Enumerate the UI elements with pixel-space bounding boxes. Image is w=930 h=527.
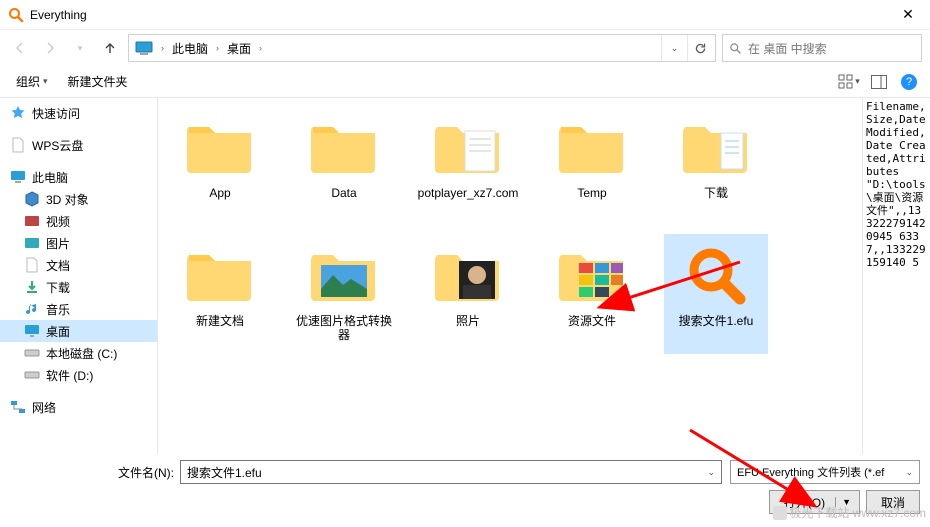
picture-icon [24,235,40,251]
filename-input[interactable]: 搜索文件1.efu ⌄ [180,460,722,484]
sidebar-quick-access[interactable]: 快速访问 [0,102,157,124]
download-icon [24,279,40,295]
close-button[interactable]: ✕ [888,6,928,23]
preview-pane-button[interactable] [866,70,892,94]
search-input[interactable]: 在 桌面 中搜索 [722,34,922,62]
search-placeholder: 在 桌面 中搜索 [748,40,827,57]
file-item-selected[interactable]: 搜索文件1.efu [664,234,768,354]
organize-menu[interactable]: 组织▾ [8,69,56,94]
file-item[interactable]: 照片 [416,234,520,354]
sidebar-item-music[interactable]: 音乐 [0,298,157,320]
refresh-button[interactable] [687,35,713,61]
file-item[interactable]: 资源文件 [540,234,644,354]
up-button[interactable] [98,36,122,60]
folder-doc-icon [681,119,751,175]
file-grid[interactable]: App Data potplayer_xz7.com Temp 下载 新建文档 [158,98,862,454]
folder-open-icon [433,119,503,175]
sidebar-item-videos[interactable]: 视频 [0,210,157,232]
sidebar-item-pictures[interactable]: 图片 [0,232,157,254]
chevron-right-icon: › [157,43,168,53]
address-bar[interactable]: › 此电脑 › 桌面 › ⌄ [128,34,716,62]
desktop-icon [24,323,40,339]
help-button[interactable]: ? [896,70,922,94]
file-item[interactable]: 优速图片格式转换器 [292,234,396,354]
folder-icon [185,247,255,303]
pc-icon [135,41,153,55]
document-icon [24,257,40,273]
watermark: 极光下载站 www.xz7.com [773,504,926,521]
sidebar-item-documents[interactable]: 文档 [0,254,157,276]
pc-icon [10,169,26,185]
sidebar-item-downloads[interactable]: 下载 [0,276,157,298]
drive-icon [24,367,40,383]
search-icon [729,42,742,55]
window-title: Everything [30,8,888,22]
history-dropdown[interactable]: ▾ [68,36,92,60]
video-icon [24,213,40,229]
filter-select[interactable]: EFU Everything 文件列表 (*.ef ⌄ [730,460,920,484]
chevron-down-icon[interactable]: ⌄ [707,467,715,478]
sidebar-item-3d[interactable]: 3D 对象 [0,188,157,210]
file-item[interactable]: 新建文档 [168,234,272,354]
folder-icon [309,119,379,175]
document-icon [10,137,26,153]
drive-icon [24,345,40,361]
chevron-right-icon: › [255,43,266,53]
breadcrumb-item[interactable]: 此电脑 [168,40,212,57]
new-folder-button[interactable]: 新建文件夹 [60,69,136,94]
forward-button[interactable] [38,36,62,60]
sidebar-network[interactable]: 网络 [0,396,157,418]
back-button[interactable] [8,36,32,60]
sidebar-wps[interactable]: WPS云盘 [0,134,157,156]
efu-file-icon [684,243,748,307]
cube-icon [24,191,40,207]
preview-pane: Filename,Size,Date Modified,Date Created… [862,98,930,454]
filename-label: 文件名(N): [10,464,180,481]
breadcrumb-item[interactable]: 桌面 [223,40,255,57]
folder-thumbnails-icon [557,247,627,303]
folder-photo-icon [309,247,379,303]
folder-icon [185,119,255,175]
folder-photo-icon [433,247,503,303]
file-item[interactable]: Temp [540,106,644,226]
sidebar: 快速访问 WPS云盘 此电脑 3D 对象 视频 图片 文档 下载 音乐 桌面 本… [0,98,158,454]
sidebar-item-drive-c[interactable]: 本地磁盘 (C:) [0,342,157,364]
star-icon [10,105,26,121]
app-icon [8,7,24,23]
file-item[interactable]: 下载 [664,106,768,226]
music-icon [24,301,40,317]
file-item[interactable]: App [168,106,272,226]
sidebar-item-desktop[interactable]: 桌面 [0,320,157,342]
network-icon [10,399,26,415]
file-item[interactable]: potplayer_xz7.com [416,106,520,226]
sidebar-item-drive-d[interactable]: 软件 (D:) [0,364,157,386]
folder-icon [557,119,627,175]
sidebar-this-pc[interactable]: 此电脑 [0,166,157,188]
chevron-right-icon: › [212,43,223,53]
view-icons-button[interactable]: ▾ [836,70,862,94]
file-item[interactable]: Data [292,106,396,226]
address-dropdown[interactable]: ⌄ [661,35,687,61]
